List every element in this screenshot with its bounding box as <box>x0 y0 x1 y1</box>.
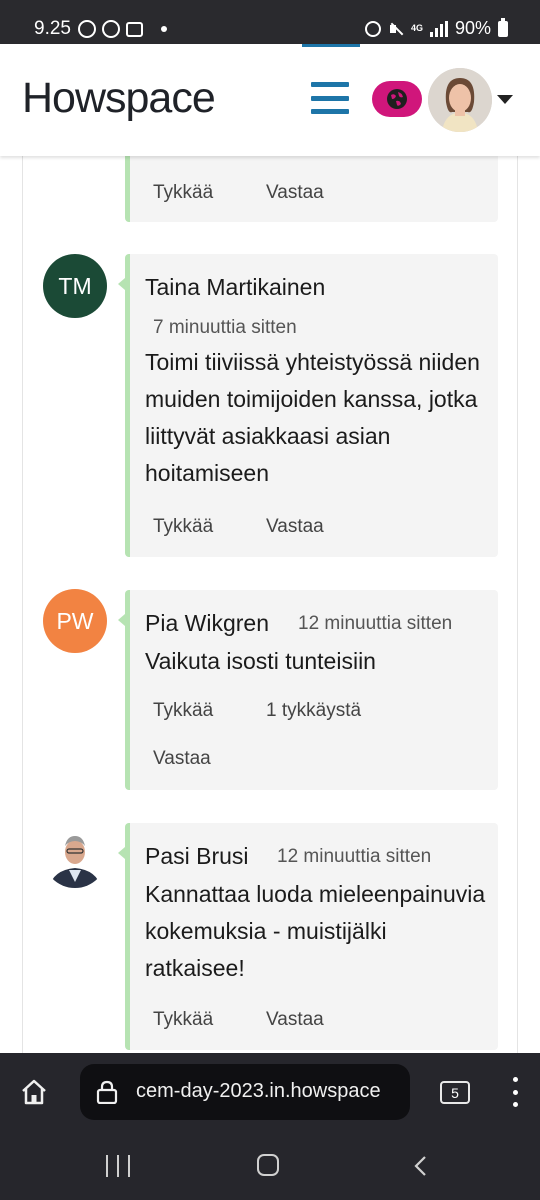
comment-timestamp: 7 minuuttia sitten <box>153 317 297 338</box>
calendar-icon <box>126 21 143 37</box>
comment-author[interactable]: Pasi Brusi <box>145 843 249 870</box>
more-options-icon[interactable] <box>510 1077 520 1107</box>
url-text: cem-day-2023.in.howspace <box>136 1080 381 1102</box>
active-tab-indicator <box>302 44 360 47</box>
system-icons: 4G 90% <box>364 17 508 39</box>
home-nav-icon[interactable] <box>257 1154 279 1176</box>
author-photo <box>43 824 107 888</box>
signal-icon <box>429 20 448 37</box>
status-time: 9.25 <box>34 18 71 39</box>
comment-card: Taina Martikainen 7 minuuttia sitten Toi… <box>118 254 498 557</box>
like-button[interactable]: Tykkää <box>153 516 213 538</box>
comment-text: Toimi tiiviissä yhteistyössä niiden muid… <box>145 349 480 486</box>
comment-feed: Tykkää Vastaa TM Taina Martikainen 7 min… <box>22 156 518 1056</box>
reply-button[interactable]: Vastaa <box>266 1009 324 1031</box>
like-button[interactable]: Tykkää <box>153 700 213 722</box>
lock-icon <box>96 1080 118 1104</box>
reply-button[interactable]: Vastaa <box>266 182 324 204</box>
alarm-icon <box>364 20 381 37</box>
howspace-logo[interactable]: Howspace <box>22 74 216 123</box>
globe-icon <box>387 89 407 109</box>
avatar[interactable] <box>43 824 107 888</box>
like-button[interactable]: Tykkää <box>153 1009 213 1031</box>
system-navigation-bar <box>0 1133 540 1200</box>
battery-percent: 90% <box>454 18 491 38</box>
account-dropdown-caret-icon[interactable] <box>497 95 513 104</box>
more-notifications-dot-icon <box>161 26 167 32</box>
network-type: 4G <box>410 23 423 33</box>
avatar[interactable]: PW <box>43 589 107 653</box>
language-button[interactable] <box>372 81 422 117</box>
back-icon[interactable] <box>412 1155 428 1177</box>
user-avatar[interactable] <box>428 68 492 132</box>
status-bar: 9.25 4G 90% <box>0 0 540 44</box>
avatar[interactable]: TM <box>43 254 107 318</box>
recent-apps-icon[interactable] <box>106 1155 130 1177</box>
like-button[interactable]: Tykkää <box>153 182 213 204</box>
comment-text: Vaikuta isosti tunteisiin <box>145 648 376 674</box>
comment-card: Pasi Brusi 12 minuuttia sitten Kannattaa… <box>118 823 498 1050</box>
comment-author[interactable]: Taina Martikainen <box>145 274 325 301</box>
app-header: Howspace <box>0 44 540 156</box>
tabs-button[interactable]: 5 <box>440 1081 470 1104</box>
reply-button[interactable]: Vastaa <box>153 748 211 770</box>
whatsapp-icon <box>78 20 96 38</box>
comment-card: Pia Wikgren 12 minuuttia sitten Vaikuta … <box>118 590 498 790</box>
user-photo <box>428 68 492 132</box>
like-count[interactable]: 1 tykkäystä <box>266 700 361 722</box>
comment-text: Kannattaa luoda mieleenpainuvia kokemuks… <box>145 881 486 981</box>
comment-card: Tykkää Vastaa <box>125 156 498 222</box>
browser-toolbar: cem-day-2023.in.howspace 5 <box>0 1053 540 1133</box>
reply-button[interactable]: Vastaa <box>266 516 324 538</box>
mute-icon <box>388 21 404 37</box>
hamburger-menu-button[interactable] <box>311 82 349 114</box>
home-icon[interactable] <box>19 1077 49 1107</box>
comment-timestamp: 12 minuuttia sitten <box>298 613 453 634</box>
comment-timestamp: 12 minuuttia sitten <box>277 846 432 867</box>
comment-author[interactable]: Pia Wikgren <box>145 610 269 637</box>
notification-icons <box>78 19 167 39</box>
app-notification-icon <box>102 20 120 38</box>
battery-icon <box>498 17 508 37</box>
address-bar[interactable]: cem-day-2023.in.howspace <box>80 1064 410 1120</box>
